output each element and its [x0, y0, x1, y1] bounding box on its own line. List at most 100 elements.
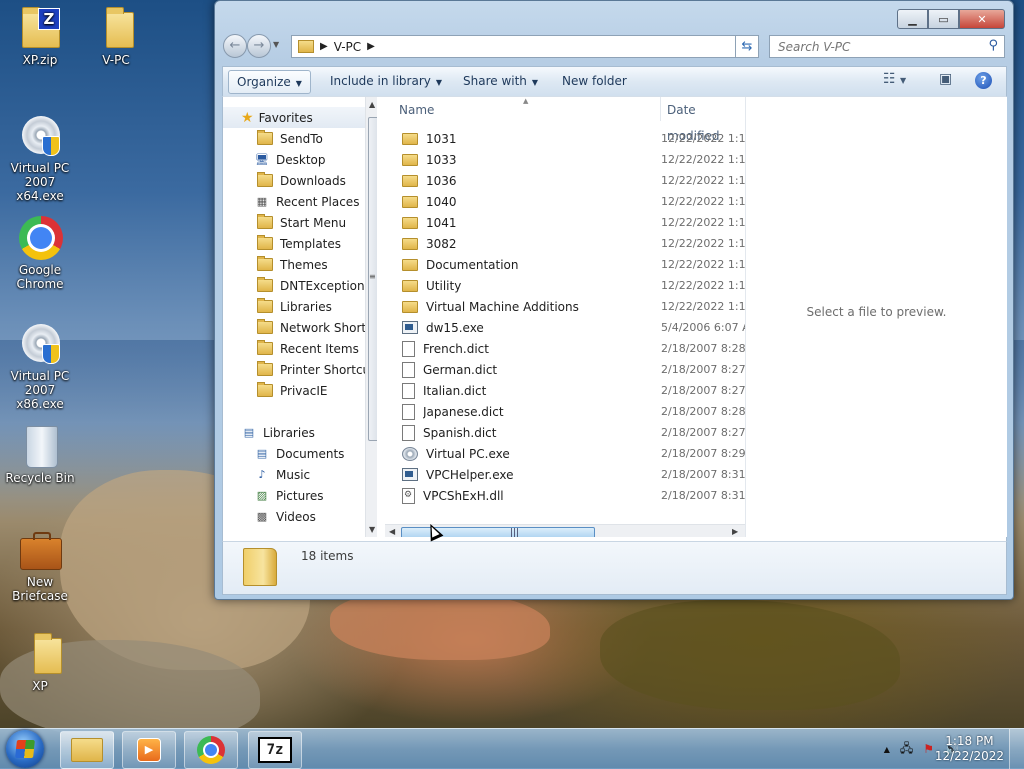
nav-libraries-item[interactable]: ▩ Videos	[223, 506, 377, 527]
file-row[interactable]: 1036 12/22/2022 1:16 PM	[385, 170, 745, 191]
folder-icon	[257, 361, 273, 376]
column-header-date-modified[interactable]: Date modified	[660, 97, 745, 143]
maximize-button[interactable]: ▭	[928, 9, 959, 29]
minimize-button[interactable]: ▁	[897, 9, 928, 29]
include-in-library-button[interactable]: Include in library ▼	[322, 70, 450, 92]
column-name-label: Name	[399, 103, 435, 117]
file-row[interactable]: Italian.dict 2/18/2007 8:27 AM	[385, 380, 745, 401]
nav-favorites[interactable]: ★ Favorites	[223, 107, 377, 128]
show-hidden-icons-button[interactable]: ▲	[884, 745, 890, 754]
file-name: 1040	[426, 194, 457, 209]
breadcrumb-v-pc[interactable]: V-PC	[334, 40, 361, 54]
nav-favorites-item[interactable]: 🖥 Desktop	[223, 149, 377, 170]
folder-icon	[257, 172, 273, 187]
desktop-icon-virtual-pc-x64[interactable]: Virtual PC 2007 x64.exe	[0, 114, 80, 203]
desktop-icon-xp[interactable]: XP	[0, 632, 80, 693]
clock-date: 12/22/2022	[934, 749, 1004, 763]
file-row[interactable]: French.dict 2/18/2007 8:28 AM	[385, 338, 745, 359]
desktop-icon-virtual-pc-x86[interactable]: Virtual PC 2007 x86.exe	[0, 322, 80, 411]
scroll-right-icon[interactable]: ▶	[732, 527, 738, 536]
nav-favorites-item[interactable]: ▦ Recent Places	[223, 191, 377, 212]
scroll-left-icon[interactable]: ◀	[389, 527, 395, 536]
file-row[interactable]: 1040 12/22/2022 1:16 PM	[385, 191, 745, 212]
breadcrumb-chevron-icon[interactable]: ▶	[367, 41, 375, 52]
preview-pane-icon: ▣	[939, 71, 953, 87]
file-row[interactable]: dw15.exe 5/4/2006 6:07 AM	[385, 317, 745, 338]
desktop-icon-v-pc[interactable]: V-PC	[76, 6, 156, 67]
organize-button[interactable]: Organize ▼	[228, 70, 311, 94]
back-button[interactable]: ←	[223, 34, 247, 58]
file-row[interactable]: 1041 12/22/2022 1:16 PM	[385, 212, 745, 233]
column-header-name[interactable]: ▲ Name	[399, 97, 528, 125]
taskbar-7zip-button[interactable]: 7z	[248, 731, 302, 769]
system-clock[interactable]: 1:18 PM 12/22/2022	[935, 734, 1004, 764]
scroll-up-icon[interactable]: ▲	[369, 100, 375, 109]
search-icon[interactable]: ⚲	[988, 38, 998, 53]
nav-favorites-item[interactable]: Start Menu	[223, 212, 377, 233]
new-folder-button[interactable]: New folder	[554, 70, 635, 92]
nav-libraries[interactable]: ▤ Libraries	[223, 422, 377, 443]
minimize-icon: ▁	[908, 12, 917, 26]
change-view-button[interactable]: ☷ ▼	[883, 71, 906, 87]
nav-item-label: Recent Items	[280, 341, 359, 356]
desktop-icon-new-briefcase[interactable]: New Briefcase	[0, 528, 80, 603]
breadcrumb-chevron-icon[interactable]: ▶	[320, 41, 328, 52]
start-button[interactable]	[6, 730, 44, 768]
file-row[interactable]: Utility 12/22/2022 1:16 PM	[385, 275, 745, 296]
show-desktop-button[interactable]	[1009, 729, 1024, 769]
share-with-button[interactable]: Share with ▼	[455, 70, 546, 92]
file-date-modified: 2/18/2007 8:31 AM	[661, 468, 745, 481]
close-button[interactable]: ✕	[959, 9, 1005, 29]
preview-pane-button[interactable]: ▣	[939, 71, 952, 87]
file-row[interactable]: 1031 12/22/2022 1:16 PM	[385, 128, 745, 149]
navigation-pane-scrollbar[interactable]: ▲ ≡ ▼	[365, 97, 377, 537]
file-row[interactable]: Japanese.dict 2/18/2007 8:28 AM	[385, 401, 745, 422]
nav-favorites-item[interactable]: DNTException	[223, 275, 377, 296]
nav-favorites-item[interactable]: PrivacIE	[223, 380, 377, 401]
desktop-icon-recycle-bin[interactable]: Recycle Bin	[0, 424, 80, 485]
star-icon: ★	[241, 109, 254, 126]
nav-favorites-item[interactable]: Downloads	[223, 170, 377, 191]
explorer-window: ▁ ▭ ✕ ← → ▼ ▶ V-PC ▶ ▼ ⇆ ⚲ Organize ▼ Inc…	[214, 0, 1014, 600]
nav-libraries-item[interactable]: ▤ Documents	[223, 443, 377, 464]
forward-button[interactable]: →	[247, 34, 271, 58]
file-name: Utility	[426, 278, 462, 293]
file-date-modified: 2/18/2007 8:28 AM	[661, 342, 745, 355]
nav-favorites-item[interactable]: Recent Items	[223, 338, 377, 359]
file-row[interactable]: Documentation 12/22/2022 1:16 PM	[385, 254, 745, 275]
nav-favorites-item[interactable]: Printer Shortcuts	[223, 359, 377, 380]
file-row[interactable]: VPCShExH.dll 2/18/2007 8:31 AM	[385, 485, 745, 506]
desktop-icon-label: Virtual PC 2007 x64.exe	[10, 161, 70, 203]
file-row[interactable]: 3082 12/22/2022 1:16 PM	[385, 233, 745, 254]
folder-icon	[34, 633, 62, 674]
preview-pane: Select a file to preview.	[745, 97, 1007, 537]
refresh-button[interactable]: ⇆	[735, 35, 759, 58]
file-row[interactable]: Spanish.dict 2/18/2007 8:27 AM	[385, 422, 745, 443]
taskbar-chrome-button[interactable]	[184, 731, 238, 769]
close-icon: ✕	[977, 12, 987, 26]
network-icon[interactable]: 🖧	[900, 739, 913, 760]
help-icon: ?	[980, 74, 987, 87]
nav-favorites-item[interactable]: Themes	[223, 254, 377, 275]
search-input[interactable]	[776, 38, 980, 55]
address-bar[interactable]: ▶ V-PC ▶ ▼	[291, 35, 757, 58]
scroll-down-icon[interactable]: ▼	[369, 525, 375, 534]
nav-libraries-item[interactable]: ♪ Music	[223, 464, 377, 485]
desktop-icon-xp-zip[interactable]: Z XP.zip	[0, 6, 80, 67]
file-row[interactable]: Virtual PC.exe 2/18/2007 8:29 AM	[385, 443, 745, 464]
file-row[interactable]: VPCHelper.exe 2/18/2007 8:31 AM	[385, 464, 745, 485]
action-center-icon[interactable]: ⚑	[923, 742, 934, 756]
nav-favorites-item[interactable]: Network Shortcuts	[223, 317, 377, 338]
nav-favorites-item[interactable]: Templates	[223, 233, 377, 254]
recent-pages-dropdown[interactable]: ▼	[273, 40, 279, 49]
desktop-icon-google-chrome[interactable]: Google Chrome	[0, 216, 80, 291]
file-row[interactable]: German.dict 2/18/2007 8:27 AM	[385, 359, 745, 380]
file-row[interactable]: 1033 12/22/2022 1:16 PM	[385, 149, 745, 170]
help-button[interactable]: ?	[975, 72, 992, 89]
nav-libraries-item[interactable]: ▨ Pictures	[223, 485, 377, 506]
taskbar-explorer-button[interactable]	[60, 731, 114, 769]
nav-favorites-item[interactable]: Libraries	[223, 296, 377, 317]
taskbar-media-player-button[interactable]: ▶	[122, 731, 176, 769]
file-row[interactable]: Virtual Machine Additions 12/22/2022 1:16…	[385, 296, 745, 317]
nav-favorites-item[interactable]: SendTo	[223, 128, 377, 149]
